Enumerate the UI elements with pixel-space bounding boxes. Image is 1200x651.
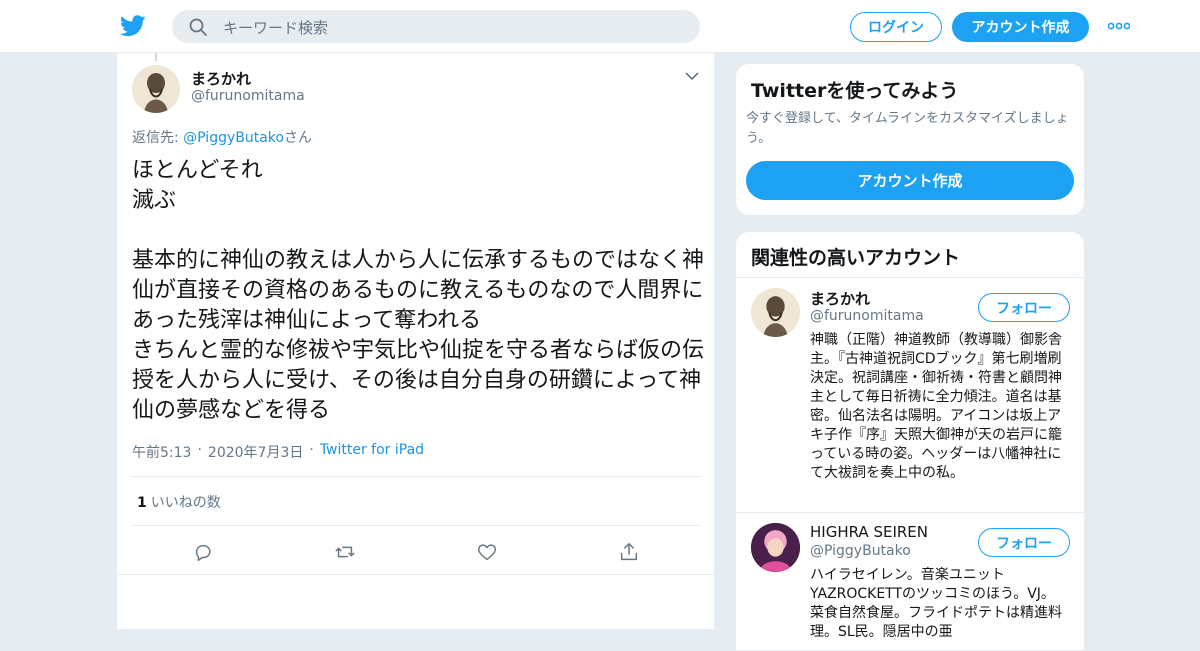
- author-handle[interactable]: @furunomitama: [191, 88, 305, 104]
- search-box[interactable]: キーワード検索: [172, 10, 700, 43]
- reply-to-line: 返信先: @PiggyButakoさん: [132, 127, 312, 147]
- signup-card: Twitterを使ってみよう 今すぐ登録して、タイムラインをカスタマイズしましょ…: [735, 63, 1085, 216]
- related-accounts-card: 関連性の高いアカウント まろかれ @furunomitama フォロー 神職（正…: [735, 231, 1085, 651]
- reply-mention-link[interactable]: @PiggyButako: [183, 130, 284, 146]
- avatar[interactable]: [751, 523, 800, 572]
- related-accounts-title: 関連性の高いアカウント: [751, 247, 961, 269]
- follow-button[interactable]: フォロー: [978, 293, 1070, 322]
- divider: [132, 525, 701, 526]
- tweet-source-link[interactable]: Twitter for iPad: [320, 442, 424, 462]
- avatar-image: [132, 65, 180, 113]
- account-bio: 神職（正階）神道教師（教導職）御影舎主。『古神道祝詞CDブック』第七刷増刷決定。…: [810, 332, 1062, 481]
- search-icon: [189, 18, 207, 36]
- signup-card-title: Twitterを使ってみよう: [751, 80, 959, 102]
- avatar-image: [751, 288, 800, 337]
- avatar-image: [751, 523, 800, 572]
- divider: [736, 512, 1084, 513]
- account-bio: ハイラセイレン。音楽ユニットYAZROCKETTのツッコミのほう。VJ。 菜食自…: [810, 567, 1062, 640]
- account-name[interactable]: まろかれ: [810, 288, 870, 309]
- account-handle[interactable]: @PiggyButako: [810, 543, 911, 559]
- login-button[interactable]: ログイン: [850, 12, 942, 42]
- share-icon[interactable]: [618, 541, 640, 563]
- like-icon[interactable]: [476, 541, 498, 563]
- avatar[interactable]: [132, 65, 180, 113]
- like-count-row[interactable]: 1 いいねの数: [137, 492, 221, 512]
- like-count: 1: [137, 495, 147, 511]
- search-input-placeholder[interactable]: キーワード検索: [223, 17, 328, 38]
- meta-separator: ·: [309, 442, 314, 458]
- signup-card-subtitle: 今すぐ登録して、タイムラインをカスタマイズしましょう。: [746, 111, 1069, 146]
- more-icon[interactable]: [1108, 20, 1130, 32]
- divider: [117, 574, 716, 575]
- reply-prefix: 返信先:: [132, 130, 184, 146]
- thread-connector: [155, 53, 157, 61]
- divider: [736, 277, 1084, 278]
- signup-card-button[interactable]: アカウント作成: [746, 161, 1074, 200]
- meta-separator: ·: [197, 442, 202, 458]
- retweet-icon[interactable]: [334, 541, 356, 563]
- tweet-card: まろかれ @furunomitama 返信先: @PiggyButakoさん ほ…: [116, 53, 716, 630]
- divider: [132, 476, 701, 477]
- tweet-text: ほとんどそれ 滅ぶ 基本的に神仙の教えは人から人に伝承するものではなく神仙が直接…: [132, 158, 705, 423]
- reply-icon[interactable]: [192, 541, 214, 563]
- account-handle[interactable]: @furunomitama: [810, 308, 924, 324]
- author-name[interactable]: まろかれ: [191, 68, 251, 89]
- tweet-date[interactable]: 2020年7月3日: [208, 442, 303, 462]
- tweet-metadata: 午前5:13 · 2020年7月3日 · Twitter for iPad: [132, 442, 424, 462]
- avatar[interactable]: [751, 288, 800, 337]
- like-count-label: いいねの数: [150, 495, 221, 511]
- follow-button[interactable]: フォロー: [978, 528, 1070, 557]
- reply-suffix: さん: [283, 130, 312, 146]
- chevron-down-icon[interactable]: [685, 71, 699, 81]
- tweet-time[interactable]: 午前5:13: [132, 442, 191, 462]
- account-name[interactable]: HIGHRA SEIREN: [810, 523, 928, 541]
- top-navigation-bar: キーワード検索 ログイン アカウント作成: [0, 0, 1200, 53]
- twitter-bird-icon[interactable]: [120, 14, 146, 38]
- signup-button[interactable]: アカウント作成: [952, 12, 1089, 42]
